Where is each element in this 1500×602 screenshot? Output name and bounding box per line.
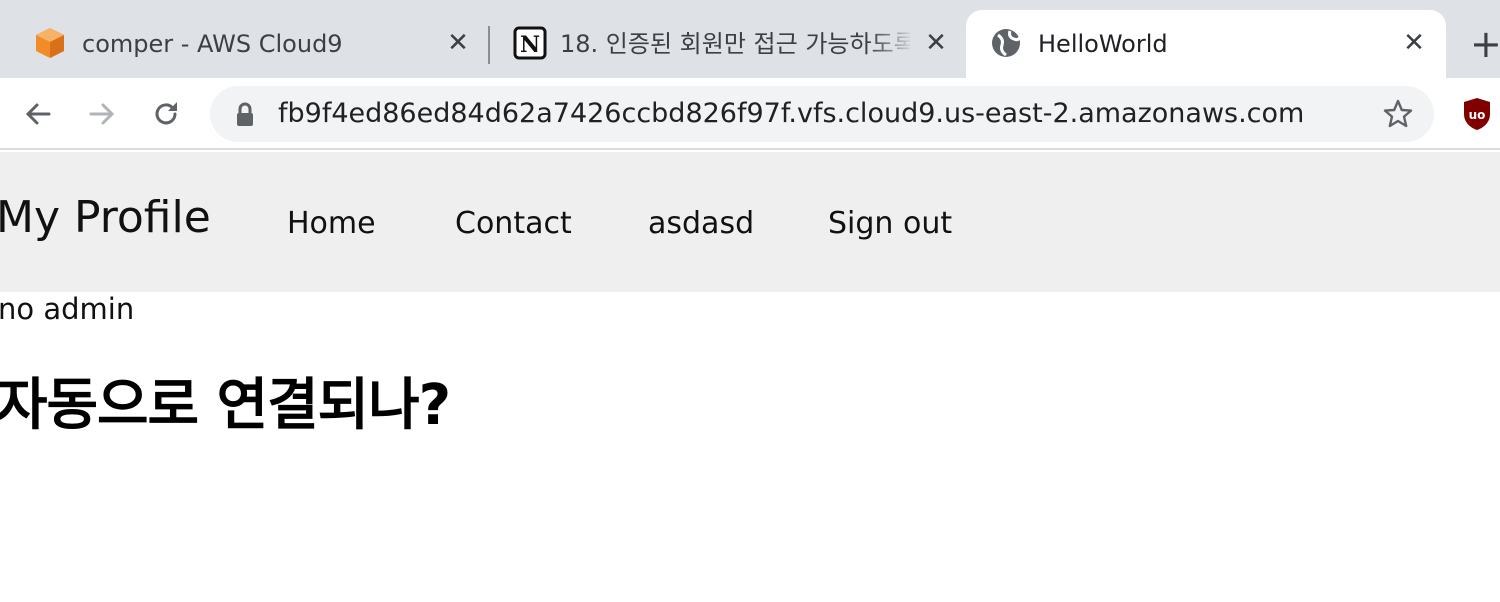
globe-icon — [988, 25, 1024, 61]
lock-icon[interactable] — [234, 102, 256, 132]
nav-link-asdasd[interactable]: asdasd — [648, 204, 754, 244]
close-tab-icon[interactable]: ✕ — [920, 27, 952, 59]
svg-text:N: N — [520, 32, 540, 58]
back-arrow-icon[interactable] — [18, 94, 58, 134]
tab-title: 18. 인증된 회원만 접근 가능하도록 만 — [560, 30, 910, 58]
browser-tab-strip: comper - AWS Cloud9 ✕ N 18. 인증된 회원만 접근 가… — [0, 0, 1500, 78]
site-brand[interactable]: My Profile — [0, 190, 211, 246]
new-tab-icon[interactable]: + — [1470, 24, 1500, 64]
close-tab-icon[interactable]: ✕ — [442, 27, 474, 59]
browser-tab-cloud9[interactable]: comper - AWS Cloud9 ✕ — [0, 10, 488, 78]
address-bar[interactable]: fb9f4ed86ed84d62a7426ccbd826f97f.vfs.clo… — [210, 86, 1434, 142]
reload-icon[interactable] — [146, 94, 186, 134]
close-tab-icon[interactable]: ✕ — [1398, 27, 1430, 59]
nav-link-contact[interactable]: Contact — [455, 204, 572, 244]
admin-status-text: no admin — [0, 292, 135, 326]
ublock-origin-icon[interactable]: uo — [1462, 96, 1492, 136]
browser-tab-helloworld[interactable]: HelloWorld ✕ — [966, 10, 1446, 78]
browser-tab-notion[interactable]: N 18. 인증된 회원만 접근 가능하도록 만 ✕ — [490, 10, 962, 78]
page-heading: 자동으로 연결되나? — [0, 373, 451, 438]
tab-title-fade — [870, 24, 914, 64]
browser-toolbar: fb9f4ed86ed84d62a7426ccbd826f97f.vfs.clo… — [0, 78, 1500, 150]
bookmark-star-icon[interactable] — [1382, 98, 1414, 134]
nav-link-sign-out[interactable]: Sign out — [828, 204, 952, 244]
tab-title: comper - AWS Cloud9 — [82, 30, 343, 58]
url-text: fb9f4ed86ed84d62a7426ccbd826f97f.vfs.clo… — [278, 98, 1305, 129]
svg-text:uo: uo — [1469, 108, 1486, 122]
forward-arrow-icon[interactable] — [82, 94, 122, 134]
site-navbar: My Profile Home Contact asdasd Sign out — [0, 152, 1500, 292]
aws-cloud9-cube-icon — [32, 25, 68, 61]
tab-title: HelloWorld — [1038, 30, 1168, 58]
nav-link-home[interactable]: Home — [287, 204, 376, 244]
notion-icon: N — [512, 25, 548, 61]
